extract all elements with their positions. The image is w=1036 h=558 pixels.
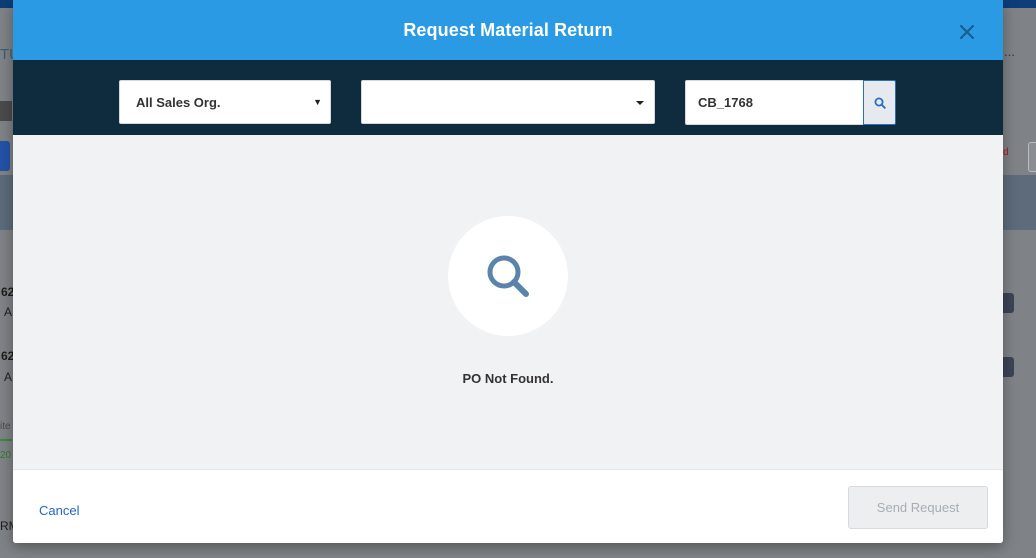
close-button[interactable] — [955, 20, 979, 44]
modal-header: Request Material Return — [13, 0, 1003, 60]
background-text: A — [4, 370, 13, 384]
magnifier-icon — [487, 255, 529, 297]
modal-title: Request Material Return — [403, 19, 613, 40]
search-button[interactable] — [863, 80, 896, 125]
caret-down-icon — [636, 101, 644, 105]
background-strip — [0, 101, 12, 121]
sales-org-select[interactable]: All Sales Org. ▼ — [119, 80, 331, 124]
request-material-return-modal: Request Material Return All Sales Org. ▼ — [13, 0, 1003, 543]
background-underline — [0, 439, 12, 441]
background-text: d — [1003, 147, 1009, 158]
background-text: 20 — [0, 450, 12, 461]
sales-org-select-value: All Sales Org. — [136, 94, 221, 110]
empty-state-message: PO Not Found. — [462, 371, 554, 386]
background-ellipsis: ... — [1004, 44, 1015, 59]
cancel-button[interactable]: Cancel — [39, 503, 79, 518]
modal-footer: Cancel Send Request — [13, 469, 1003, 543]
send-request-button[interactable]: Send Request — [848, 486, 988, 529]
search-icon — [874, 97, 886, 109]
secondary-select[interactable] — [361, 80, 655, 124]
po-search-input[interactable] — [685, 80, 864, 125]
background-button — [1028, 142, 1036, 172]
modal-body: PO Not Found. — [13, 135, 1003, 469]
background-text: ite — [0, 421, 11, 432]
empty-state-circle — [448, 216, 568, 336]
caret-down-icon: ▼ — [313, 97, 322, 107]
close-icon — [960, 25, 974, 39]
background-blue-tab — [0, 141, 10, 171]
filter-bar: All Sales Org. ▼ — [13, 60, 1003, 135]
po-search — [685, 80, 896, 125]
background-text: A — [4, 305, 13, 319]
